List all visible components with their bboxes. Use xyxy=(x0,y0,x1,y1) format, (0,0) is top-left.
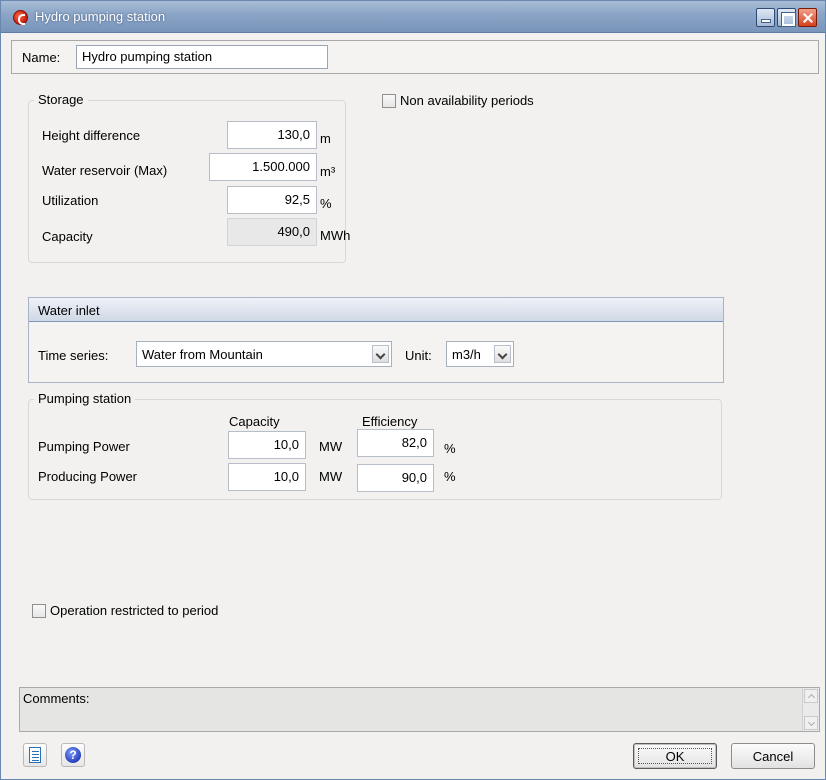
capacity-label: Capacity xyxy=(42,229,93,244)
capacity-readonly-field: 490,0 xyxy=(227,218,317,246)
pumping-capacity-unit: MW xyxy=(319,439,343,454)
time-series-select[interactable]: Water from Mountain xyxy=(136,341,392,367)
maximize-button[interactable] xyxy=(777,8,796,27)
non-availability-label[interactable]: Non availability periods xyxy=(400,93,534,108)
capacity-unit: MWh xyxy=(320,228,351,243)
unit-label: Unit: xyxy=(405,348,432,363)
producing-efficiency-unit: % xyxy=(444,469,456,484)
water-reservoir-unit: m³ xyxy=(320,164,336,179)
producing-capacity-input[interactable]: 10,0 xyxy=(228,463,306,491)
ok-button[interactable]: OK xyxy=(633,743,717,769)
cancel-button[interactable]: Cancel xyxy=(731,743,815,769)
height-difference-unit: m xyxy=(320,131,331,146)
water-inlet-header: Water inlet xyxy=(29,298,723,322)
operation-restricted-label[interactable]: Operation restricted to period xyxy=(50,603,218,618)
time-series-label: Time series: xyxy=(38,348,109,363)
efficiency-column-header: Efficiency xyxy=(362,414,418,429)
comments-scrollbar[interactable] xyxy=(802,688,819,731)
title-bar[interactable]: Hydro pumping station xyxy=(1,1,825,33)
pumping-station-title: Pumping station xyxy=(34,391,136,406)
water-reservoir-label: Water reservoir (Max) xyxy=(42,163,168,178)
chevron-down-icon[interactable] xyxy=(494,345,511,363)
help-icon: ? xyxy=(65,747,81,763)
water-inlet-title: Water inlet xyxy=(38,303,100,318)
time-series-value: Water from Mountain xyxy=(142,347,263,362)
utilization-label: Utilization xyxy=(42,193,99,208)
close-button[interactable] xyxy=(798,8,817,27)
height-difference-label: Height difference xyxy=(42,128,141,143)
pumping-efficiency-input[interactable]: 82,0 xyxy=(357,429,434,457)
minimize-button[interactable] xyxy=(756,8,775,27)
document-icon xyxy=(29,747,41,763)
window-title: Hydro pumping station xyxy=(35,9,166,24)
non-availability-checkbox[interactable] xyxy=(382,94,396,108)
operation-restricted-checkbox[interactable] xyxy=(32,604,46,618)
app-logo-icon xyxy=(13,10,28,25)
pumping-efficiency-unit: % xyxy=(444,441,456,456)
unit-value: m3/h xyxy=(452,347,481,362)
chevron-down-icon[interactable] xyxy=(372,345,389,363)
water-reservoir-input[interactable]: 1.500.000 xyxy=(209,153,317,181)
comments-textarea[interactable]: Comments: xyxy=(19,687,820,732)
dialog-window: Hydro pumping station Name: Hydro pumpin… xyxy=(0,0,826,780)
name-label: Name: xyxy=(22,50,61,65)
scroll-down-icon[interactable] xyxy=(804,716,818,730)
capacity-column-header: Capacity xyxy=(229,414,280,429)
pumping-capacity-input[interactable]: 10,0 xyxy=(228,431,306,459)
name-input[interactable]: Hydro pumping station xyxy=(76,45,328,69)
utilization-unit: % xyxy=(320,196,332,211)
water-inlet-panel: Water inlet Time series: Water from Moun… xyxy=(28,297,724,383)
comments-label: Comments: xyxy=(23,691,90,706)
help-button[interactable]: ? xyxy=(61,743,85,767)
pumping-power-label: Pumping Power xyxy=(38,439,130,454)
unit-select[interactable]: m3/h xyxy=(446,341,514,367)
document-button[interactable] xyxy=(23,743,47,767)
producing-capacity-unit: MW xyxy=(319,469,343,484)
utilization-input[interactable]: 92,5 xyxy=(227,186,317,214)
name-row: Name: Hydro pumping station xyxy=(11,40,819,74)
producing-efficiency-input[interactable]: 90,0 xyxy=(357,464,434,492)
scroll-up-icon[interactable] xyxy=(804,689,818,703)
height-difference-input[interactable]: 130,0 xyxy=(227,121,317,149)
producing-power-label: Producing Power xyxy=(38,469,137,484)
storage-group-title: Storage xyxy=(34,92,88,107)
